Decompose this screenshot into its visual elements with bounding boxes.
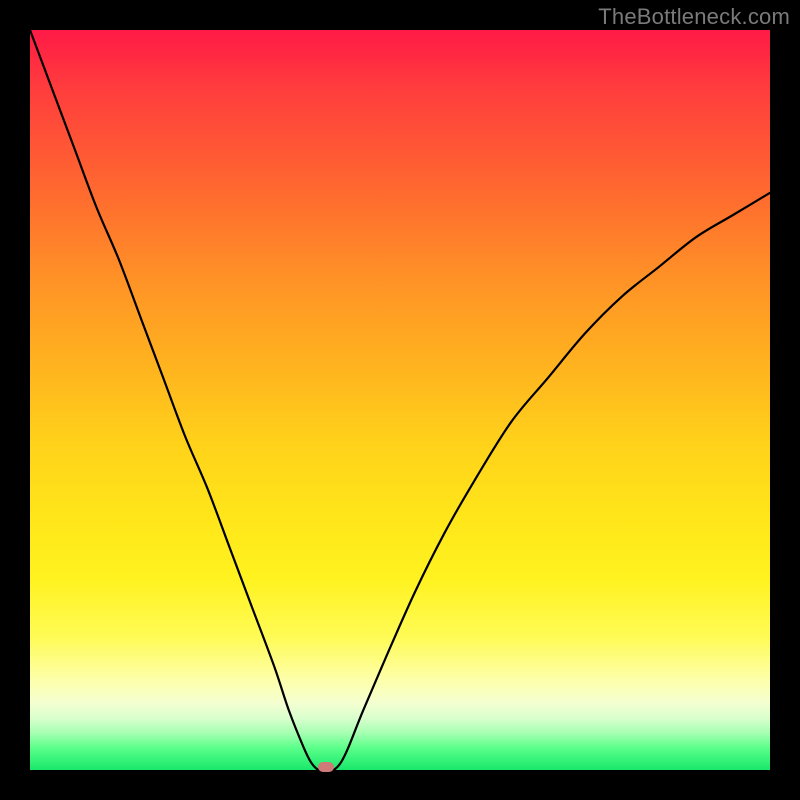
plot-area [30,30,770,770]
chart-frame: TheBottleneck.com [0,0,800,800]
watermark-text: TheBottleneck.com [598,4,790,30]
minimum-marker [318,762,334,772]
bottleneck-curve [30,30,770,770]
